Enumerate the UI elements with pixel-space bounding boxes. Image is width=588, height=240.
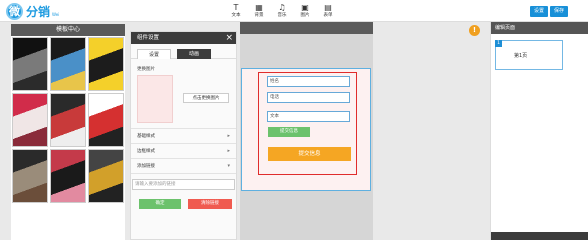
chevron-right-icon: ▸	[227, 148, 230, 154]
chevron-right-icon: ▸	[227, 133, 230, 139]
settings-header: 组件设置 ×	[131, 32, 236, 44]
tool-label: 表单	[323, 13, 333, 18]
component-settings-panel: 组件设置 × 设置 动画 更换图片 点击更换图片 基础样式 ▸ 边框样式 ▸ 添…	[130, 31, 237, 240]
template-thumbnail[interactable]	[12, 37, 48, 91]
chevron-down-icon: ▾	[227, 163, 230, 169]
submit-button-small[interactable]: 提交信息	[268, 127, 310, 137]
template-thumbnail[interactable]	[12, 149, 48, 203]
top-bar: 微 分销 Wei T 文本 ▦ 背景 ♫ 音乐 ▣ 图片 ▤ 表单 设置 保存	[0, 0, 588, 22]
logo-subtext: Wei	[52, 11, 60, 17]
section-add-link[interactable]: 添加链接 ▾	[131, 159, 236, 174]
settings-title: 组件设置	[137, 35, 160, 41]
tool-label: 图片	[300, 13, 310, 18]
form-icon: ▤	[324, 3, 332, 12]
template-thumbnail[interactable]	[88, 93, 124, 147]
tab-settings[interactable]: 设置	[137, 49, 171, 59]
tool-label: 背景	[254, 13, 264, 18]
tool-text[interactable]: T 文本	[230, 3, 242, 19]
pages-panel-title: 编辑页面	[491, 22, 588, 34]
page-number: 1	[495, 40, 502, 47]
workspace-background	[373, 22, 487, 240]
section-label: 基础样式	[137, 134, 155, 139]
warning-icon[interactable]: !	[469, 25, 480, 36]
tool-music[interactable]: ♫ 音乐	[276, 3, 288, 19]
settings-button[interactable]: 设置	[530, 6, 549, 17]
template-panel-title: 模板中心	[11, 24, 125, 36]
section-label: 添加链接	[137, 164, 155, 169]
pages-panel-footer	[491, 232, 588, 240]
tool-background[interactable]: ▦ 背景	[253, 3, 265, 19]
section-label: 边框样式	[137, 149, 155, 154]
template-thumbnail[interactable]	[88, 149, 124, 203]
submit-button-large[interactable]: 提交信息	[268, 147, 351, 161]
brand-logo: 微 分销 Wei	[6, 2, 59, 20]
template-thumbnail[interactable]	[12, 93, 48, 147]
template-grid	[12, 37, 124, 203]
tool-image[interactable]: ▣ 图片	[299, 3, 311, 19]
page-item[interactable]: 1 第1页	[495, 40, 563, 70]
clear-link-button[interactable]: 清除链接	[188, 199, 232, 209]
tool-label: 文本	[231, 13, 241, 18]
image-label: 更换图片	[137, 67, 155, 72]
change-image-button[interactable]: 点击更换图片	[183, 93, 229, 103]
section-basic-style[interactable]: 基础样式 ▸	[131, 129, 236, 144]
text-field[interactable]: 文本	[267, 111, 350, 122]
phone-field[interactable]: 电话	[267, 92, 350, 103]
tool-label: 音乐	[277, 13, 287, 18]
template-thumbnail[interactable]	[50, 37, 86, 91]
tool-form[interactable]: ▤ 表单	[322, 3, 334, 19]
logo-badge: 微	[6, 2, 23, 20]
canvas-top-bar	[240, 22, 373, 34]
close-icon[interactable]: ×	[225, 32, 233, 44]
section-border-style[interactable]: 边框样式 ▸	[131, 144, 236, 159]
pages-panel: 编辑页面 1 第1页	[490, 22, 588, 240]
music-icon: ♫	[278, 3, 286, 12]
link-input[interactable]: 请输入要添加的链接	[132, 179, 235, 190]
image-section: 更换图片 点击更换图片	[131, 59, 236, 129]
template-thumbnail[interactable]	[50, 93, 86, 147]
template-thumbnail[interactable]	[88, 37, 124, 91]
toolbar-tools: T 文本 ▦ 背景 ♫ 音乐 ▣ 图片 ▤ 表单	[230, 3, 334, 19]
logo-text: 分销	[26, 4, 51, 19]
page-label: 第1页	[514, 53, 528, 59]
grid-icon: ▦	[255, 3, 263, 12]
save-button[interactable]: 保存	[550, 6, 569, 17]
template-thumbnail[interactable]	[50, 149, 86, 203]
tab-animation[interactable]: 动画	[177, 49, 211, 59]
template-panel: 模板中心	[11, 24, 125, 240]
settings-tabs: 设置 动画	[131, 44, 236, 59]
image-icon: ▣	[301, 3, 309, 12]
text-icon: T	[233, 3, 239, 12]
image-preview	[137, 75, 173, 123]
name-field[interactable]: 姓名	[267, 76, 350, 87]
confirm-button[interactable]: 确定	[139, 199, 181, 209]
